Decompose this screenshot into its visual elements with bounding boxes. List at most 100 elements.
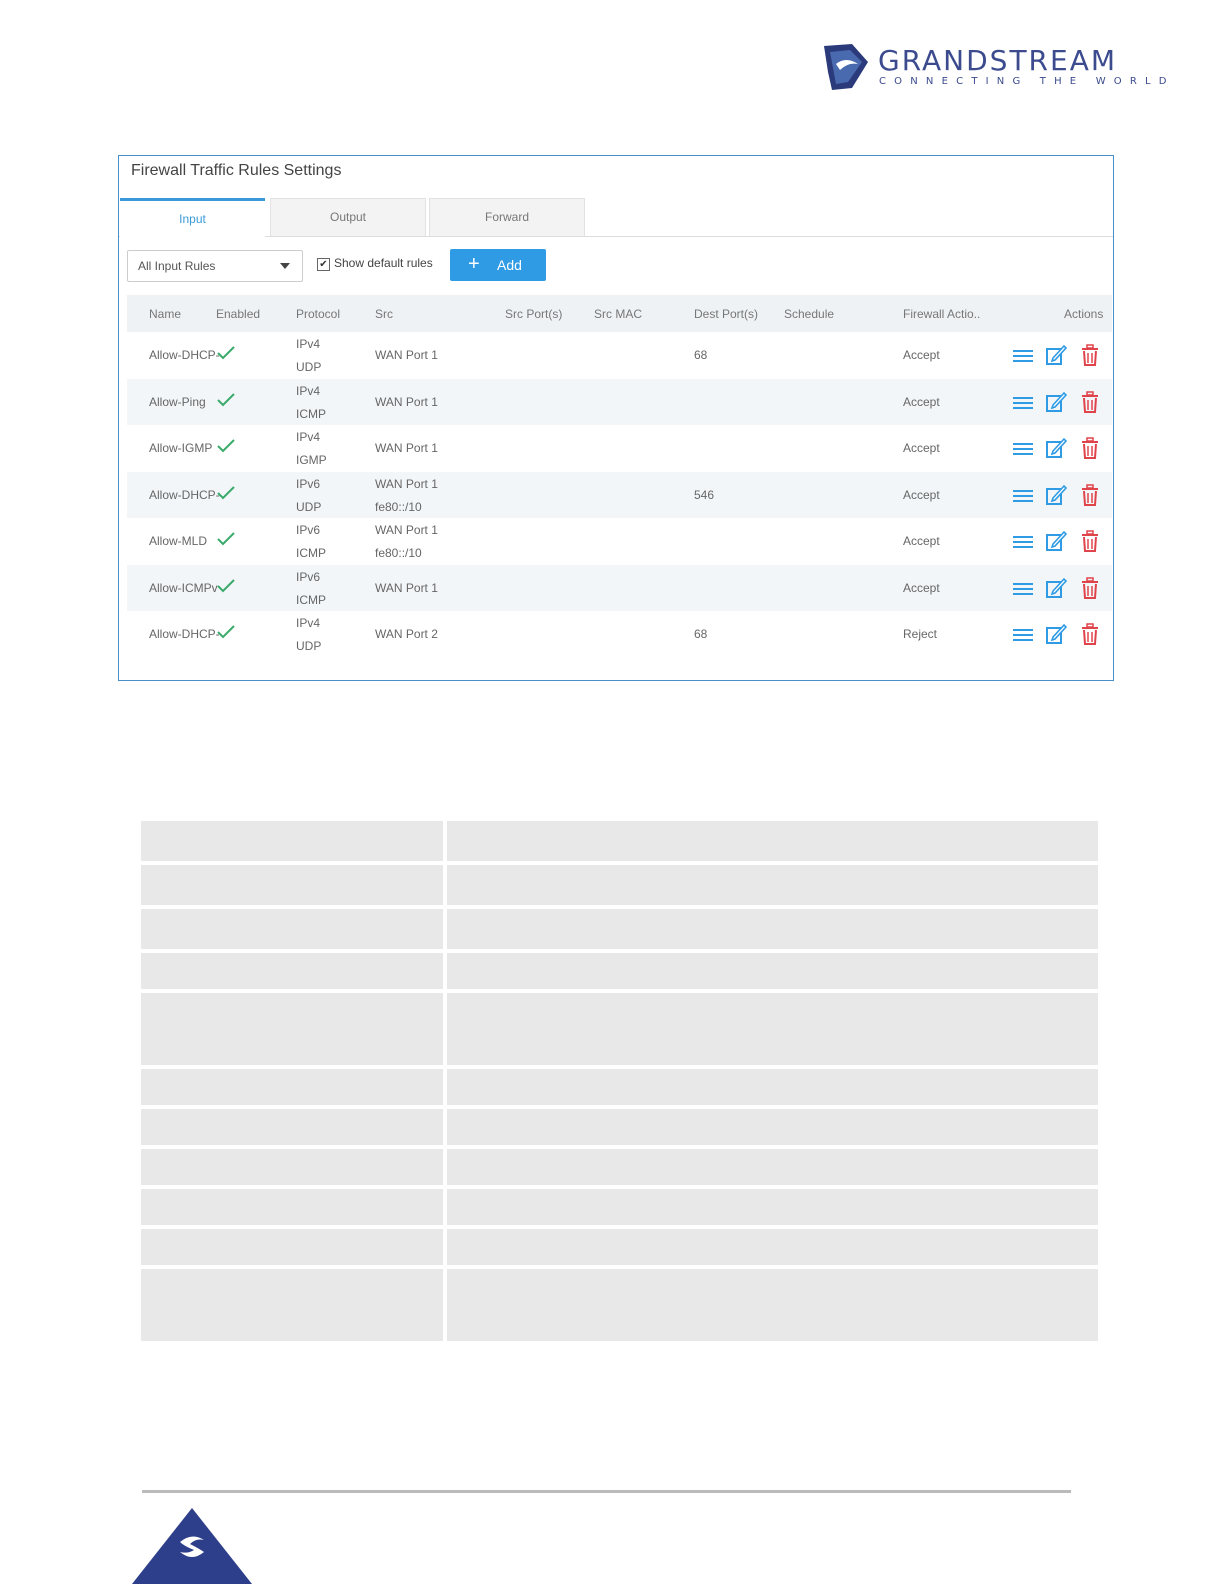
- tab-input[interactable]: Input: [120, 198, 265, 237]
- panel-title: Firewall Traffic Rules Settings: [131, 162, 342, 179]
- rule-firewall-action: Accept: [903, 348, 940, 362]
- reorder-menu-icon[interactable]: [1012, 344, 1034, 366]
- description-cell: [447, 1109, 1098, 1145]
- col-actions: Actions: [1064, 307, 1104, 321]
- reorder-menu-icon[interactable]: [1012, 623, 1034, 645]
- edit-icon[interactable]: [1045, 623, 1067, 645]
- table-row: Allow-IGMP IPv4 IGMP WAN Port 1 Accept: [127, 425, 1112, 472]
- delete-icon[interactable]: [1079, 483, 1101, 506]
- col-src-mac: Src MAC: [594, 307, 642, 321]
- col-protocol: Protocol: [296, 307, 341, 321]
- grandstream-logo-icon: [824, 44, 868, 90]
- table-row: [141, 1149, 1098, 1185]
- edit-icon[interactable]: [1045, 530, 1067, 552]
- rule-dest-ports: 68: [694, 348, 708, 362]
- enabled-check-icon: [217, 485, 235, 499]
- parameter-cell: [141, 1189, 443, 1225]
- delete-icon[interactable]: [1079, 530, 1101, 552]
- reorder-menu-icon[interactable]: [1012, 391, 1034, 413]
- rule-firewall-action: Accept: [903, 487, 940, 502]
- col-schedule: Schedule: [784, 307, 835, 321]
- rule-src: WAN Port 1: [375, 476, 438, 491]
- rule-firewall-action: Accept: [903, 580, 940, 595]
- rule-name: Allow-MLD: [149, 534, 208, 548]
- rule-src-subnet: fe80::/10: [375, 546, 422, 560]
- col-src-ports: Src Port(s): [505, 307, 563, 321]
- chevron-down-icon: [280, 263, 290, 269]
- add-button-label: Add: [497, 257, 522, 273]
- rule-protocol: IGMP: [296, 453, 327, 467]
- table-row: [141, 993, 1098, 1065]
- enabled-check-icon: [217, 439, 235, 453]
- delete-icon[interactable]: [1079, 390, 1101, 413]
- brand-tagline: CONNECTING THE WORLD: [879, 76, 1175, 87]
- parameter-cell: [141, 1109, 443, 1145]
- rule-firewall-action: Accept: [903, 394, 940, 409]
- parameter-cell: [141, 1229, 443, 1265]
- delete-icon[interactable]: [1079, 437, 1101, 459]
- rule-ip-version: IPv6: [296, 569, 321, 584]
- reorder-menu-icon[interactable]: [1012, 437, 1034, 459]
- rule-name: Allow-IGMP: [149, 441, 213, 455]
- enabled-check-icon: [217, 532, 235, 546]
- edit-icon[interactable]: [1045, 391, 1067, 413]
- toolbar: All Input Rules ✔ Show default rules + A…: [119, 248, 1113, 284]
- rule-ip-version: IPv6: [296, 476, 321, 491]
- rules-table: Name Enabled Protocol Src Src Port(s) Sr…: [127, 295, 1112, 658]
- table-row: [141, 1229, 1098, 1265]
- table-row: Allow-DHCP- IPv4 UDP WAN Port 2 68 Reject: [127, 611, 1112, 658]
- description-cell: [447, 993, 1098, 1065]
- parameter-cell: [141, 1269, 443, 1341]
- table-row: [141, 909, 1098, 949]
- grandstream-logo: GRANDSTREAM CONNECTING THE WORLD: [822, 42, 1166, 94]
- rule-src-subnet: fe80::/10: [375, 499, 422, 514]
- table-row: Allow-MLD IPv6 ICMP WAN Port 1 fe80::/10 Acce…: [127, 518, 1112, 565]
- rule-firewall-action: Accept: [903, 534, 940, 548]
- edit-icon[interactable]: [1045, 577, 1067, 599]
- rules-filter-value: All Input Rules: [138, 259, 216, 273]
- show-default-rules-label: Show default rules: [334, 256, 433, 270]
- grandstream-footer-icon: [132, 1508, 252, 1584]
- rule-protocol: UDP: [296, 499, 322, 514]
- parameter-cell: [141, 953, 443, 989]
- edit-icon[interactable]: [1045, 344, 1067, 366]
- delete-icon[interactable]: [1079, 576, 1101, 599]
- delete-icon[interactable]: [1079, 623, 1101, 645]
- tab-forward[interactable]: Forward: [429, 198, 585, 236]
- edit-icon[interactable]: [1045, 484, 1067, 506]
- description-cell: [447, 1149, 1098, 1185]
- table-row: Allow-DHCP- IPv6UDP WAN Port 1fe80::/10 546…: [127, 471, 1112, 518]
- rule-ip-version: IPv4: [296, 430, 321, 444]
- tab-output[interactable]: Output: [270, 198, 426, 236]
- enabled-check-icon: [217, 392, 235, 406]
- table-row: Allow-DHCP- IPv4 UDP WAN Port 1 68 Accept: [127, 332, 1112, 379]
- rule-dest-ports: 546: [694, 487, 715, 502]
- reorder-menu-icon[interactable]: [1012, 484, 1034, 506]
- rule-ip-version: IPv4: [296, 383, 321, 398]
- parameter-cell: [141, 993, 443, 1065]
- parameter-cell: [141, 821, 443, 861]
- description-cell: [447, 1269, 1098, 1341]
- plus-icon: +: [468, 253, 480, 275]
- rule-name: Allow-DHCP-: [149, 487, 220, 502]
- rule-name: Allow-ICMPv: [149, 580, 218, 595]
- enabled-check-icon: [217, 625, 235, 639]
- reorder-menu-icon[interactable]: [1012, 577, 1034, 599]
- rule-protocol: ICMP: [296, 406, 326, 421]
- col-src: Src: [375, 307, 393, 321]
- reorder-menu-icon[interactable]: [1012, 530, 1034, 552]
- delete-icon[interactable]: [1079, 344, 1101, 366]
- rule-protocol: ICMP: [296, 546, 326, 560]
- add-rule-button[interactable]: + Add: [450, 249, 546, 281]
- rule-protocol: UDP: [296, 639, 322, 653]
- show-default-rules-checkbox[interactable]: ✔: [317, 258, 330, 271]
- description-cell: [447, 953, 1098, 989]
- table-header: Name Enabled Protocol Src Src Port(s) Sr…: [127, 295, 1112, 332]
- rule-tabs: Input Output Forward: [119, 198, 1113, 237]
- rule-src: WAN Port 1: [375, 523, 438, 537]
- rule-src: WAN Port 1: [375, 580, 438, 595]
- description-cell: [447, 1229, 1098, 1265]
- rules-filter-select[interactable]: All Input Rules: [127, 250, 303, 282]
- edit-icon[interactable]: [1045, 437, 1067, 459]
- description-cell: [447, 1069, 1098, 1105]
